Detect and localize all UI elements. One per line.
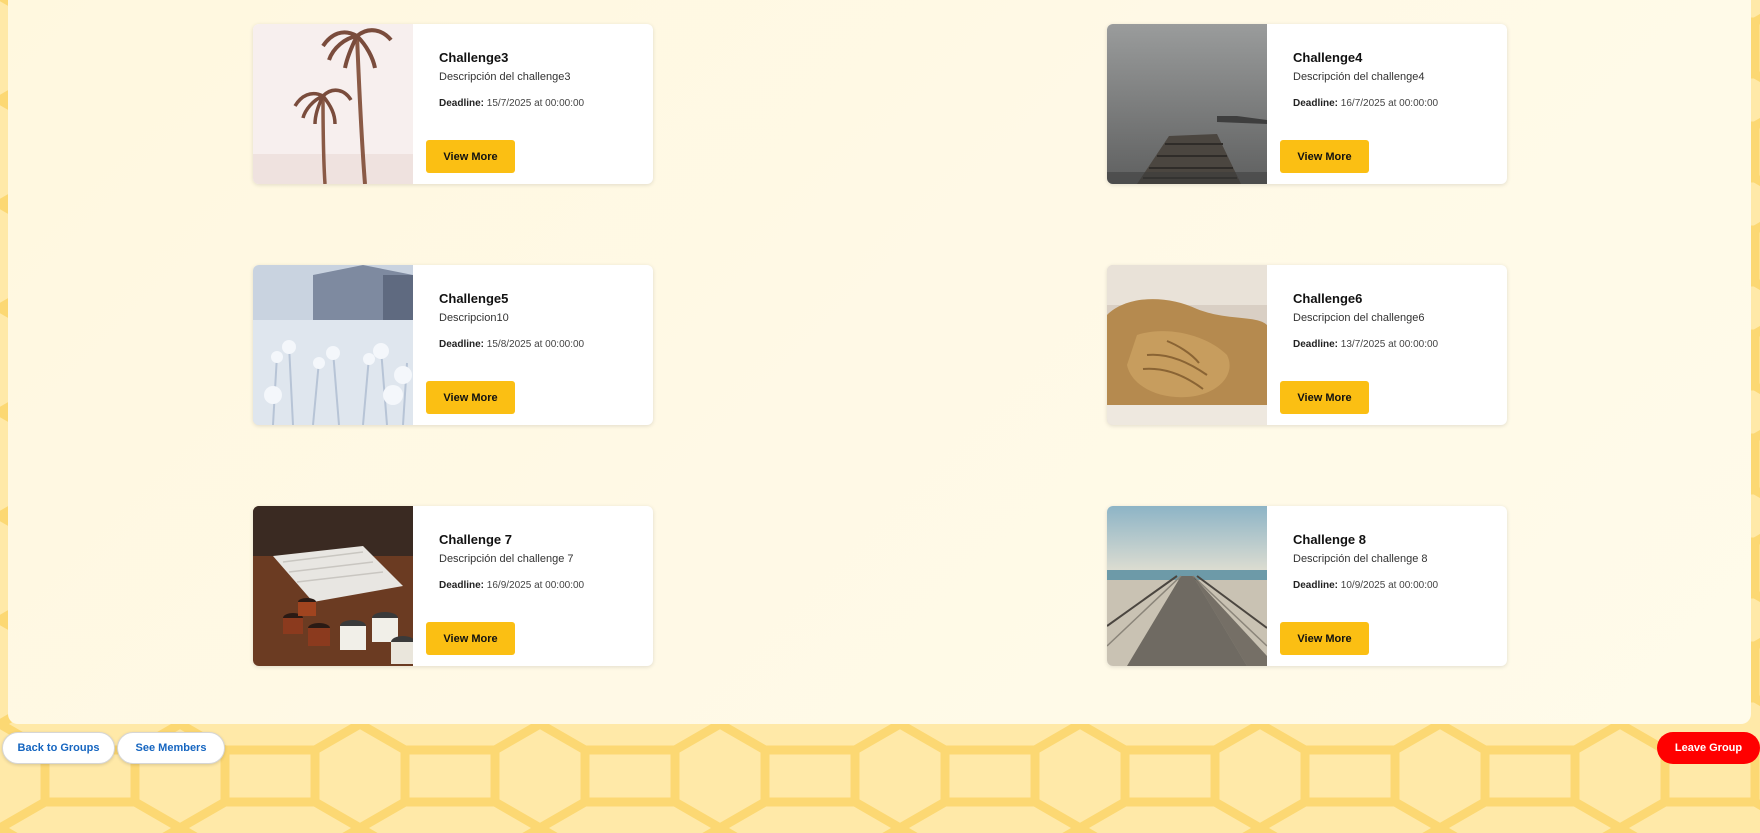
deadline-value: 16/7/2025 at 00:00:00 [1340,98,1439,109]
palm-trees-image [253,24,413,184]
deadline-label: Deadline: [1293,580,1339,591]
deadline-label: Deadline: [439,339,485,350]
view-more-button[interactable]: View More [1280,622,1369,655]
challenge-description: Descripcion10 [439,312,509,324]
deadline-value: 15/8/2025 at 00:00:00 [486,339,585,350]
challenge-description: Descripción del challenge3 [439,71,571,83]
foggy-pier-image [1107,24,1267,184]
challenge-card: Challenge6 Descripcion del challenge6 De… [1107,265,1507,425]
deadline-value: 13/7/2025 at 00:00:00 [1340,339,1439,350]
challenge-title: Challenge6 [1293,291,1363,306]
challenge-deadline: Deadline: 16/7/2025 at 00:00:00 [1293,98,1438,109]
view-more-button[interactable]: View More [1280,381,1369,414]
deadline-value: 16/9/2025 at 00:00:00 [486,580,585,591]
challenge-description: Descripción del challenge4 [1293,71,1425,83]
challenge-title: Challenge 7 [439,532,512,547]
challenge-deadline: Deadline: 10/9/2025 at 00:00:00 [1293,580,1438,591]
challenge-description: Descripción del challenge 7 [439,553,574,565]
back-to-groups-button[interactable]: Back to Groups [2,732,115,764]
challenge-deadline: Deadline: 15/8/2025 at 00:00:00 [439,339,584,350]
challenge-deadline: Deadline: 16/9/2025 at 00:00:00 [439,580,584,591]
challenge-description: Descripción del challenge 8 [1293,553,1428,565]
challenge-deadline: Deadline: 13/7/2025 at 00:00:00 [1293,339,1438,350]
deadline-label: Deadline: [1293,339,1339,350]
deadline-value: 10/9/2025 at 00:00:00 [1340,580,1439,591]
view-more-button[interactable]: View More [1280,140,1369,173]
leave-group-button[interactable]: Leave Group [1657,732,1760,764]
boardwalk-image [1107,506,1267,666]
challenge-card: Challenge5 Descripcion10 Deadline: 15/8/… [253,265,653,425]
view-more-button[interactable]: View More [426,622,515,655]
view-more-button[interactable]: View More [426,381,515,414]
challenge-title: Challenge3 [439,50,509,65]
challenge-card: Challenge4 Descripción del challenge4 De… [1107,24,1507,184]
challenge-card: Challenge 8 Descripción del challenge 8 … [1107,506,1507,666]
challenge-title: Challenge 8 [1293,532,1366,547]
deadline-value: 15/7/2025 at 00:00:00 [486,98,585,109]
deadline-label: Deadline: [439,580,485,591]
challenge-card: Challenge 7 Descripción del challenge 7 … [253,506,653,666]
challenge-card: Challenge3 Descripción del challenge3 De… [253,24,653,184]
view-more-button[interactable]: View More [426,140,515,173]
enamel-mugs-image [253,506,413,666]
challenge-deadline: Deadline: 15/7/2025 at 00:00:00 [439,98,584,109]
walruses-image [1107,265,1267,425]
challenge-title: Challenge5 [439,291,509,306]
challenge-description: Descripcion del challenge6 [1293,312,1425,324]
see-members-button[interactable]: See Members [117,732,225,764]
deadline-label: Deadline: [439,98,485,109]
challenge-title: Challenge4 [1293,50,1363,65]
deadline-label: Deadline: [1293,98,1339,109]
frosted-plants-image [253,265,413,425]
